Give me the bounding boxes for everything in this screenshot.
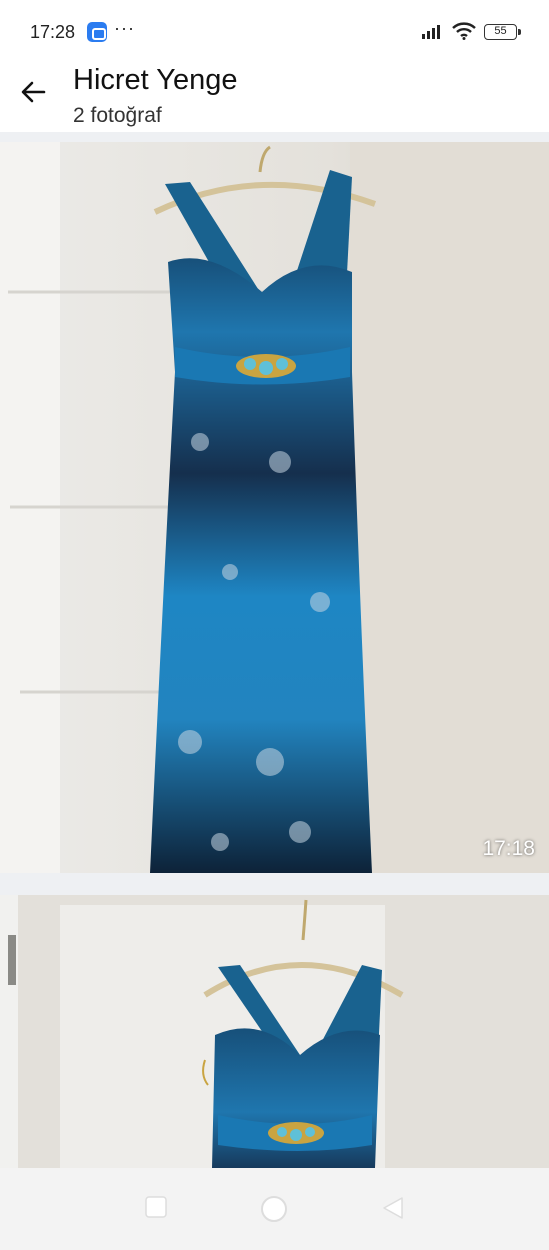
photo-timestamp: 17:18 bbox=[482, 837, 535, 860]
back-arrow-icon[interactable] bbox=[14, 72, 54, 112]
back-button[interactable] bbox=[381, 1196, 405, 1220]
divider bbox=[0, 132, 549, 142]
home-button[interactable] bbox=[259, 1194, 289, 1224]
status-time: 17:28 bbox=[30, 22, 76, 42]
signal-icon bbox=[422, 25, 446, 39]
battery-icon: 55 bbox=[484, 24, 521, 40]
status-bar: 17:28 ··· 55 bbox=[0, 0, 549, 62]
header: Hicret Yenge 2 fotoğraf bbox=[0, 62, 549, 132]
wifi-icon bbox=[452, 22, 476, 40]
more-notifications-icon: ··· bbox=[114, 18, 135, 38]
gallery-app-icon bbox=[87, 22, 107, 42]
photo-2[interactable] bbox=[0, 895, 549, 1168]
contact-name: Hicret Yenge bbox=[73, 64, 238, 96]
navigation-bar bbox=[0, 1168, 549, 1250]
photo-count: 2 fotoğraf bbox=[73, 104, 162, 127]
divider bbox=[0, 873, 549, 895]
dress-photo-2 bbox=[0, 895, 549, 1168]
recent-apps-button[interactable] bbox=[145, 1196, 167, 1218]
photo-1[interactable]: 17:18 bbox=[0, 142, 549, 873]
dress-photo-1 bbox=[0, 142, 549, 873]
